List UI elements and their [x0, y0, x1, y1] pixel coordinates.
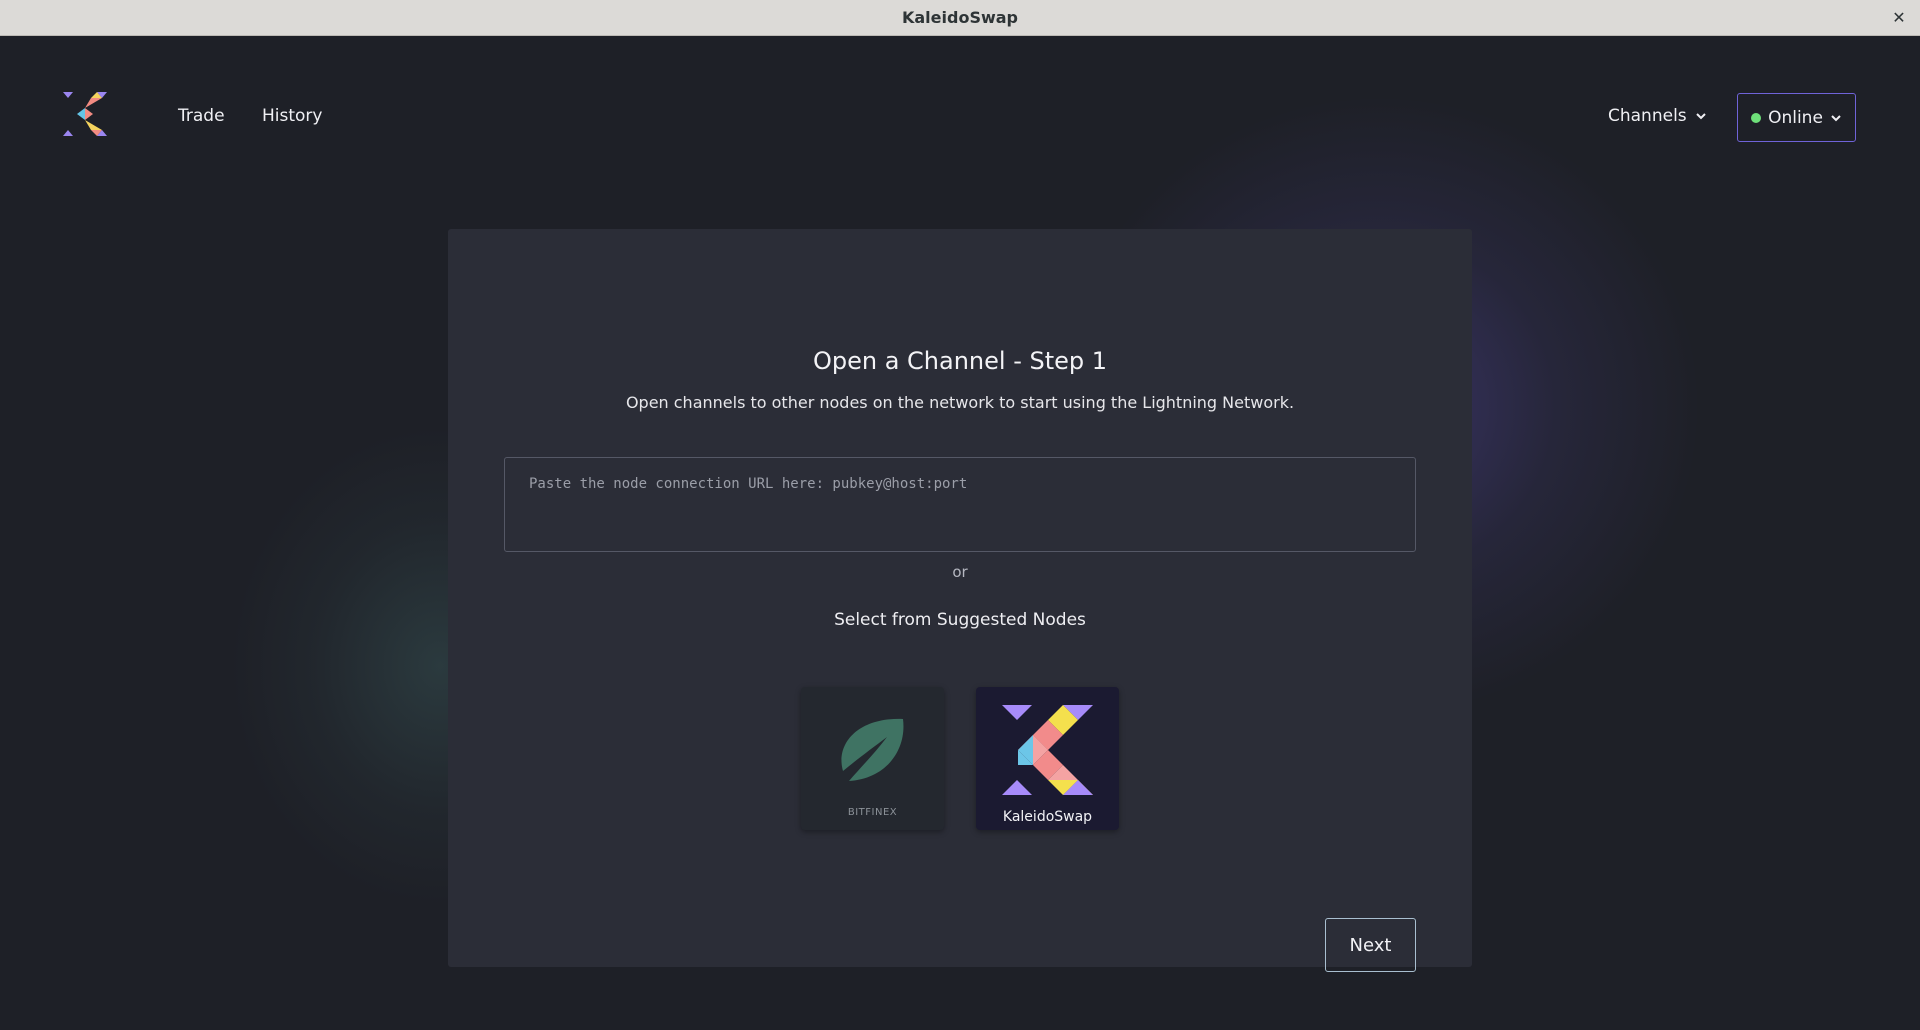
page-subtitle: Open channels to other nodes on the netw… — [625, 393, 1295, 412]
nav-trade-link[interactable]: Trade — [178, 106, 225, 126]
window-title: KaleidoSwap — [901, 8, 1018, 27]
suggested-node-kaleidoswap[interactable]: KaleidoSwap — [976, 687, 1119, 830]
open-channel-card: Open a Channel - Step 1 Open channels to… — [448, 229, 1472, 972]
kaleidoswap-logo-icon[interactable] — [63, 92, 107, 136]
window-titlebar: KaleidoSwap ✕ — [0, 0, 1920, 36]
bitfinex-node-label: BITFINEX — [847, 807, 898, 818]
nav-history-link[interactable]: History — [262, 106, 322, 126]
top-navbar: Trade History Channels Online — [0, 36, 1920, 206]
channels-label: Channels — [1608, 106, 1687, 126]
channels-dropdown[interactable]: Channels — [1608, 106, 1707, 126]
network-status-label: Online — [1768, 107, 1823, 128]
chevron-down-icon — [1831, 114, 1841, 121]
kaleidoswap-node-label: KaleidoSwap — [1002, 809, 1093, 825]
app-body: Trade History Channels Online Open a Cha… — [0, 36, 1920, 1030]
suggested-node-bitfinex[interactable]: BITFINEX — [801, 687, 944, 830]
next-button[interactable]: Next — [1325, 918, 1416, 972]
node-url-input[interactable] — [504, 457, 1416, 552]
suggested-nodes-heading: Select from Suggested Nodes — [834, 610, 1086, 630]
network-status-dropdown[interactable]: Online — [1737, 93, 1856, 142]
page-title: Open a Channel - Step 1 — [812, 347, 1108, 375]
online-status-dot-icon — [1751, 112, 1762, 123]
close-icon[interactable]: ✕ — [1888, 6, 1910, 28]
chevron-down-icon — [1695, 113, 1706, 120]
or-divider-label: or — [952, 563, 968, 581]
